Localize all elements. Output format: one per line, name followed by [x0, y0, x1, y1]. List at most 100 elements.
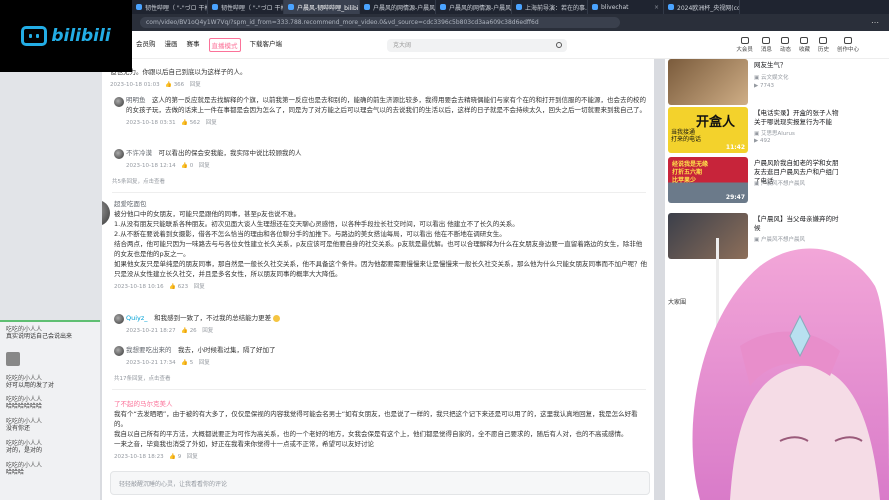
reply-link[interactable]: 回复 — [190, 82, 201, 88]
video-up[interactable]: ▣ 艾思思Alurus — [754, 129, 795, 137]
comment-body: 被分他口中的女朋友，可能只是跟他的同事，甚至p友也说不准。 — [114, 210, 301, 218]
main-nav: 会员购 漫画 赛事 直播模式 下载客户端 — [136, 37, 283, 52]
comment-date: 2023-10-18 12:14 — [126, 163, 176, 169]
comment-item: 不许冷漠 可以看出的保会安我能，我实际中说比较顾我的人 2023-10-18 1… — [126, 148, 648, 171]
chat-text: 好可以用的发了对 — [6, 382, 55, 389]
browser-tab[interactable]: 韧性哔哩（ "-"づロ 干杯~× — [132, 0, 208, 14]
browser-tab[interactable]: 2024欧洲杯_央视网(cctv.com)× — [664, 0, 740, 14]
favorites-label: 收藏 — [798, 47, 810, 53]
video-duration: 11:42 — [725, 144, 745, 151]
reply-link[interactable]: 回复 — [202, 328, 213, 334]
like-icon[interactable]: 👍 — [181, 120, 188, 126]
vip-button[interactable]: 大会员 — [736, 37, 753, 53]
recommend-video[interactable]: 网友生气？ ▣ 云文娱文化 ▶ 7743 — [668, 59, 882, 106]
comment-body: 可以看出的保会安我能，我实际中说比较顾我的人 — [158, 149, 302, 157]
video-title[interactable]: 【电话实录】开盒的张子人物关于哪说现实报复行为不能 — [754, 109, 844, 127]
video-thumbnail[interactable]: 经说我是无缘 打折五六期 比苹果少 29:47 — [668, 157, 748, 203]
video-up[interactable]: ▣ 云文娱文化 — [754, 73, 788, 81]
reply-link[interactable]: 回复 — [199, 163, 210, 169]
dynamics-button[interactable]: 动态 — [780, 37, 791, 53]
more-icon[interactable]: ⋯ — [871, 18, 879, 27]
username[interactable]: 了不起的马尔克美人 — [114, 399, 648, 409]
comment-body: 如果他女友只是单纯是的朋友同事，那自然是一般长久社交关系，他不具备这个条件。因为… — [114, 260, 647, 278]
reply-input[interactable]: 轻轻敲醒沉睡的心灵，让我看看你的评论 — [110, 471, 650, 495]
username[interactable]: 不许冷漠 — [126, 149, 152, 157]
recommend-video[interactable]: 开盒人 当我接通 打来的电话 11:42 【电话实录】开盒的张子人物关于哪说现实报… — [668, 107, 882, 154]
comment-body: 和我感到一致了，不过我的总结能力更差 — [154, 314, 272, 322]
vip-label: 大会员 — [736, 47, 753, 53]
comment-section: 但也无力。你跟以后自己到底以为这样子的人。 2023-10-18 01:03 👍… — [102, 59, 654, 500]
chat-text: 哈哈哈哈哈哈 — [6, 403, 43, 410]
comment-meta: 2023-10-21 18:27 👍 26 回复 — [126, 326, 648, 336]
like-icon[interactable]: 👍 — [181, 360, 188, 366]
avatar[interactable] — [114, 346, 124, 356]
url-field[interactable]: com/video/BV1oQ4y1W7Vq/?spm_id_from=333.… — [140, 17, 620, 28]
browser-tab[interactable]: 上海前导演：若在的事...× — [512, 0, 588, 14]
tab-favicon-icon — [288, 4, 294, 10]
avatar[interactable] — [114, 97, 124, 107]
messages-label: 消息 — [760, 47, 772, 53]
video-title[interactable]: 网友生气？ — [754, 61, 844, 70]
chat-user: 吃吃的小人人 — [6, 418, 43, 425]
left-background — [0, 31, 102, 320]
recommend-video[interactable]: 经说我是无缘 打折五六期 比苹果少 29:47 户晨风阶我自如老的学和女朋友去逛目户… — [668, 157, 882, 204]
tab-label: 户晨风的网情源-户晨风高效 — [373, 4, 436, 12]
creator-button[interactable]: 创作中心 — [837, 37, 859, 53]
history-button[interactable]: 历史 — [818, 37, 829, 53]
close-icon[interactable]: × — [654, 4, 659, 11]
browser-tab[interactable]: 户晨风的网情源-户晨风高效× — [360, 0, 436, 14]
browser-tab[interactable]: 韧性哔哩（ "-"づロ 干杯~× — [208, 0, 284, 14]
star-icon — [800, 37, 809, 44]
nav-item[interactable]: 漫画 — [165, 38, 178, 52]
tab-favicon-icon — [592, 4, 598, 10]
search-input[interactable]: 克大阔 — [387, 39, 567, 52]
chat-user: 吃吃的小人人 — [6, 375, 43, 382]
chat-text: 真实说明话自己会说出来 — [6, 333, 73, 340]
view-replies-link[interactable]: 共5条回复，点击查看 — [112, 177, 648, 187]
up-name: 户晨风不想户晨风 — [760, 181, 805, 187]
nav-item[interactable]: 会员购 — [136, 38, 156, 52]
up-icon: ▣ — [754, 75, 760, 81]
video-up[interactable]: ▣ 户晨风不想户晨风 — [754, 179, 805, 187]
view-replies-link[interactable]: 共17条回复，点击查看 — [114, 374, 648, 384]
nav-item-download[interactable]: 下载客户端 — [250, 38, 283, 52]
browser-tab[interactable]: 户晨风的网情源-户晨风高效× — [436, 0, 512, 14]
avatar[interactable] — [114, 149, 124, 159]
video-thumbnail[interactable]: 开盒人 当我接通 打来的电话 11:42 — [668, 107, 748, 153]
reply-link[interactable]: 回复 — [199, 360, 210, 366]
avatar[interactable] — [114, 314, 124, 324]
comment-body: 我自以自己所有的平方法，大概都说要正为可作为高关系，也的一个老好的地方，女我会保… — [114, 430, 628, 438]
favorites-button[interactable]: 收藏 — [799, 37, 810, 53]
comment-body: 2.从不断在要说着到女摄影，借各不怎么恰当的理由和各位聊分手的加推下。与路边的美… — [114, 230, 506, 238]
chat-user: 吃吃的小人人 — [6, 396, 43, 403]
message-icon — [762, 37, 771, 44]
like-icon[interactable]: 👍 — [165, 82, 172, 88]
browser-tab[interactable]: 户晨风-韧哔哔哩_bilibili× — [284, 0, 360, 14]
video-stats: ▶ 7743 — [754, 83, 774, 89]
like-count: 26 — [189, 328, 197, 334]
like-icon[interactable]: 👍 — [169, 284, 176, 290]
like-icon[interactable]: 👍 — [181, 328, 188, 334]
like-icon[interactable]: 👍 — [181, 163, 188, 169]
username[interactable]: 超爱吃面包 — [114, 199, 648, 209]
reply-link[interactable]: 回复 — [206, 120, 217, 126]
comment-item: 了不起的马尔克美人 我有个“去发晒晒”，由于被的有大多了，仅仅是保视的内容我觉得… — [114, 399, 648, 462]
comment-item: 超爱吃面包 被分他口中的女朋友，可能只是跟他的同事，甚至p友也说不准。 1.从没… — [114, 199, 648, 292]
reply-link[interactable]: 回复 — [187, 454, 198, 460]
video-thumbnail[interactable] — [668, 59, 748, 105]
search-placeholder: 克大阔 — [393, 42, 412, 49]
messages-button[interactable]: 消息 — [761, 37, 772, 53]
nav-item[interactable]: 赛事 — [187, 38, 200, 52]
search-icon[interactable] — [556, 42, 562, 48]
chat-text: 哈哈哈 — [6, 469, 25, 476]
avatar[interactable] — [102, 200, 110, 226]
username[interactable]: Quiyz_ — [126, 314, 148, 322]
nav-item-live-mode[interactable]: 直播模式 — [208, 37, 241, 52]
username[interactable]: 明明鱼 — [126, 96, 146, 104]
up-name: 艾思思Alurus — [760, 131, 795, 137]
browser-tab[interactable]: blivechat × — [588, 0, 664, 14]
like-count: 562 — [189, 120, 201, 126]
username[interactable]: 我想要吃出来的 — [126, 346, 172, 354]
reply-link[interactable]: 回复 — [194, 284, 205, 290]
like-icon[interactable]: 👍 — [169, 454, 176, 460]
